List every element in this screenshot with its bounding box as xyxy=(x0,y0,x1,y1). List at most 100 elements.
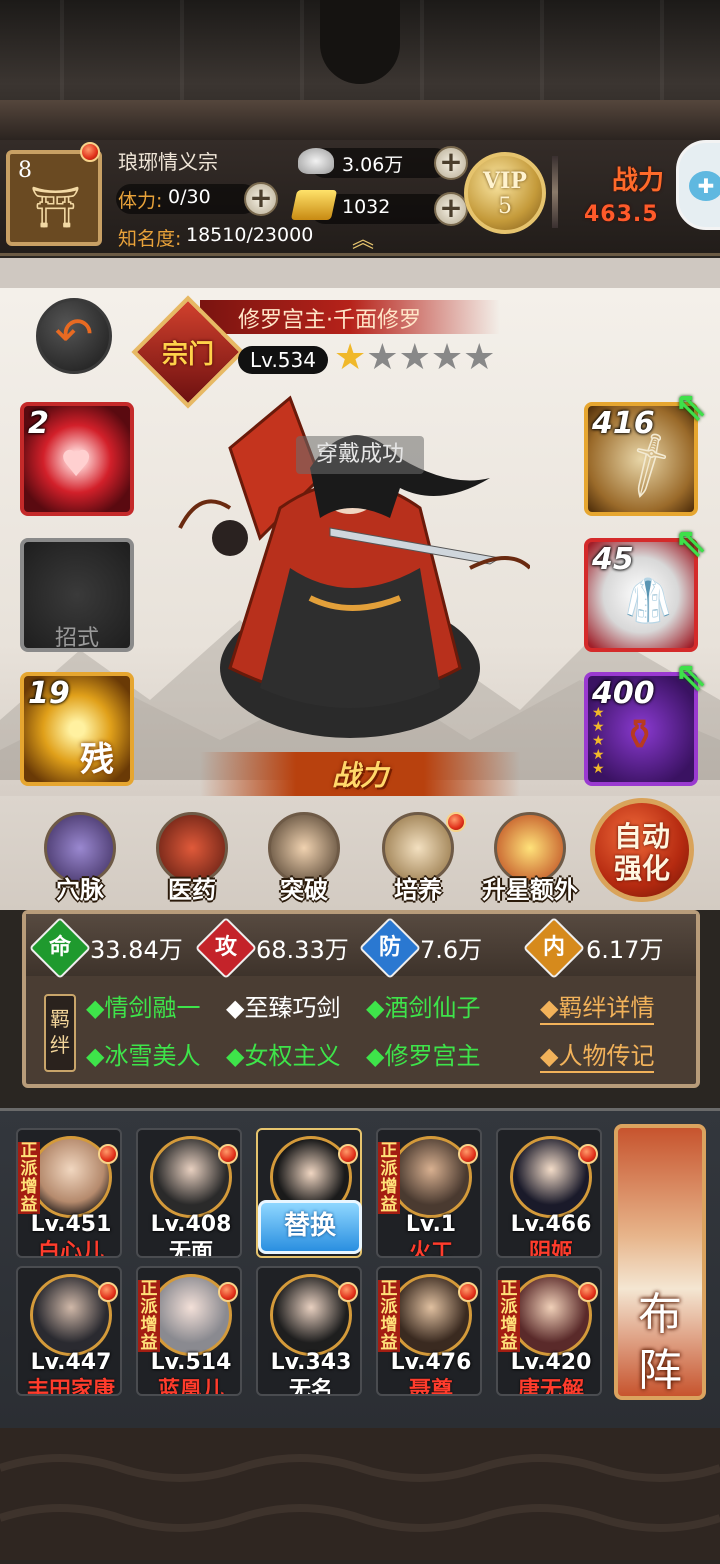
biography-link[interactable]: ◆人物传记 xyxy=(540,1036,655,1073)
team-member-card[interactable]: Lv.466 阴姬 xyxy=(496,1128,602,1258)
move-slot-empty[interactable]: 招式 xyxy=(20,538,134,652)
upgrade-arrow-icon[interactable]: ⇖ xyxy=(674,384,708,430)
auto-enhance-line1: 自动 xyxy=(613,820,670,853)
hp-label: 命 xyxy=(48,935,71,960)
team-member-card[interactable]: 正派增益 Lv.476 聂尊 xyxy=(376,1266,482,1396)
add-gold-button[interactable]: + xyxy=(434,192,468,226)
formation-button[interactable]: 布 阵 xyxy=(614,1124,706,1400)
stamina-value: 0/30 xyxy=(168,186,211,208)
team-member-card[interactable]: 正派增益 Lv.451 白心儿 xyxy=(16,1128,122,1258)
floating-gamepad-button[interactable]: ✚ xyxy=(676,140,720,230)
notification-dot xyxy=(446,812,466,832)
fame-label: 知名度: xyxy=(118,228,182,250)
member-name: 无名 xyxy=(288,1378,333,1396)
slot-count: 45 xyxy=(592,542,634,577)
divider xyxy=(552,156,558,228)
hero-title: 修罗宫主·千面修罗 xyxy=(238,308,421,333)
upgrade-arrow-icon[interactable]: ⇖ xyxy=(674,520,708,566)
player-avatar[interactable]: 8 ⛩ xyxy=(6,150,102,246)
notification-dot xyxy=(218,1282,238,1302)
vip-badge[interactable]: VIP 5 xyxy=(464,152,546,234)
bond-item[interactable]: ◆女权主义 xyxy=(226,1036,340,1071)
orthodox-bonus-badge: 正派增益 xyxy=(378,1280,400,1352)
manual-slot[interactable]: 19 残 xyxy=(20,672,134,786)
bond-item[interactable]: ◆酒剑仙子 xyxy=(366,988,480,1023)
notification-dot xyxy=(458,1282,478,1302)
member-name: 聂尊 xyxy=(408,1378,453,1396)
upgrade-arrow-icon[interactable]: ⇖ xyxy=(674,654,708,700)
bond-item[interactable]: ◆情剑融一 xyxy=(86,988,200,1023)
incomplete-badge: 残 xyxy=(80,740,114,780)
orthodox-bonus-badge: 正派增益 xyxy=(138,1280,160,1352)
auto-enhance-button[interactable]: 自动 强化 xyxy=(590,798,694,902)
action-breakthrough[interactable]: 突破 xyxy=(264,812,344,912)
member-name: 阴姬 xyxy=(528,1240,573,1258)
jug-icon: ⚱ xyxy=(622,710,658,759)
equip-success-toast: 穿戴成功 xyxy=(296,436,424,474)
stamina-label: 体力: xyxy=(118,190,163,212)
notification-dot xyxy=(98,1282,118,1302)
bond-item[interactable]: ◆冰雪美人 xyxy=(86,1036,200,1071)
slot-count: 2 xyxy=(28,406,49,441)
bonds-tag: 羁绊 xyxy=(44,994,76,1072)
action-training[interactable]: 培养 xyxy=(378,812,458,912)
action-label: 培养 xyxy=(394,876,442,904)
bottom-floor xyxy=(0,1428,720,1560)
action-label: 升星额外 xyxy=(482,876,578,904)
defense-label: 防 xyxy=(378,935,401,960)
team-member-card[interactable]: Lv.408 无面 xyxy=(136,1128,242,1258)
skill-slot-heart[interactable]: 2 ♥ xyxy=(20,402,134,516)
orthodox-bonus-badge: 正派增益 xyxy=(378,1142,400,1214)
fame-value: 18510/23000 xyxy=(186,224,314,246)
back-arrow-icon: ↶ xyxy=(54,307,94,361)
gamepad-icon: ✚ xyxy=(689,171,720,201)
notification-dot xyxy=(458,1144,478,1164)
team-member-card[interactable]: 正派增益 Lv.420 唐无解 xyxy=(496,1266,602,1396)
top-power-label: 战力 xyxy=(612,166,665,196)
back-button[interactable]: ↶ xyxy=(36,298,112,374)
bond-details-link[interactable]: ◆羁绊详情 xyxy=(540,988,655,1025)
action-label: 突破 xyxy=(280,876,328,904)
silver-icon xyxy=(298,148,334,174)
team-member-card[interactable]: 正派增益 Lv.1 火工 xyxy=(376,1128,482,1258)
orthodox-bonus-badge: 正派增益 xyxy=(498,1280,520,1352)
attack-label: 攻 xyxy=(214,935,237,960)
action-star-up[interactable]: 升星额外 xyxy=(480,812,580,912)
defense-value: 7.6万 xyxy=(420,936,483,964)
member-name: 蓝凰儿 xyxy=(157,1378,224,1396)
swap-button[interactable]: 替换 xyxy=(258,1200,362,1254)
top-power-value: 463.5 xyxy=(584,202,659,227)
member-name: 丰田家康 xyxy=(26,1378,115,1396)
sect-hall-icon: ⛩ xyxy=(30,185,81,231)
bond-item[interactable]: ◆至臻巧剑 xyxy=(226,988,340,1023)
attack-value: 68.33万 xyxy=(256,936,349,964)
roof-header xyxy=(0,0,720,140)
robe-icon: 🥼 xyxy=(622,576,675,625)
hero-power-label: 战力 xyxy=(331,759,388,792)
action-meridian[interactable]: 穴脉 xyxy=(40,812,120,912)
slot-count: 19 xyxy=(28,676,70,711)
add-silver-button[interactable]: + xyxy=(434,146,468,180)
bond-item[interactable]: ◆修罗宫主 xyxy=(366,1036,480,1071)
gold-value: 1032 xyxy=(342,196,391,218)
internal-label: 内 xyxy=(542,935,565,960)
orthodox-bonus-badge: 正派增益 xyxy=(18,1142,40,1214)
move-slot-label: 招式 xyxy=(54,626,99,651)
notification-dot xyxy=(338,1144,358,1164)
internal-value: 6.17万 xyxy=(586,936,664,964)
add-stamina-button[interactable]: + xyxy=(244,182,278,216)
action-medicine[interactable]: 医药 xyxy=(152,812,232,912)
auto-enhance-line2: 强化 xyxy=(613,852,670,885)
action-label: 穴脉 xyxy=(56,876,104,904)
member-name: 白心儿 xyxy=(37,1240,104,1258)
team-member-card[interactable]: Lv.343 无名 xyxy=(256,1266,362,1396)
notification-dot xyxy=(218,1144,238,1164)
notification-dot xyxy=(98,1144,118,1164)
roof-emblem xyxy=(320,0,400,84)
formation-line1: 布 xyxy=(638,1289,682,1340)
strip xyxy=(0,258,720,288)
vip-label: VIP xyxy=(483,168,527,194)
team-member-card[interactable]: 正派增益 Lv.514 蓝凰儿 xyxy=(136,1266,242,1396)
team-member-card[interactable]: Lv.447 丰田家康 xyxy=(16,1266,122,1396)
expand-chevron-icon[interactable]: ︽ xyxy=(352,230,374,252)
